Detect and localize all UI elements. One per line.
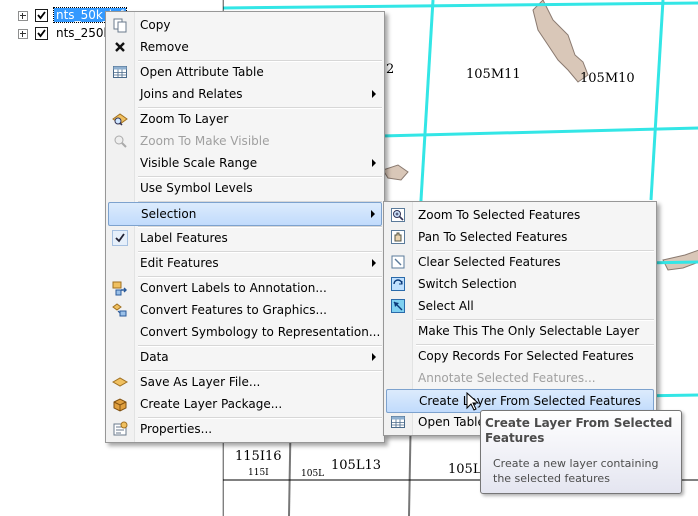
layer-visibility-checkbox[interactable] [35, 9, 48, 22]
switch-selection-icon [391, 277, 405, 291]
layer-package-icon [113, 398, 127, 412]
menu-item-save-as-layer-file[interactable]: Save As Layer File... [108, 371, 382, 393]
zoom-to-layer-icon [112, 113, 128, 126]
mouse-cursor-icon [466, 392, 480, 411]
menu-item-only-selectable-layer[interactable]: Make This The Only Selectable Layer [386, 320, 654, 342]
map-label: 105L [301, 469, 324, 479]
menu-item-properties[interactable]: Properties... [108, 418, 382, 440]
properties-icon [113, 421, 128, 436]
selection-submenu: Zoom To Selected Features Pan To Selecte… [383, 201, 657, 436]
menu-item-copy-records[interactable]: Copy Records For Selected Features [386, 345, 654, 367]
menu-item-open-attribute-table[interactable]: Open Attribute Table [108, 61, 382, 83]
terrain-shape [382, 164, 409, 181]
layer-context-menu: Copy Remove Open Attribute Table Joins a… [105, 11, 385, 443]
menu-item-zoom-to-make-visible[interactable]: Zoom To Make Visible [108, 130, 382, 152]
map-label: 105L [448, 462, 482, 477]
submenu-arrow-icon [371, 210, 375, 218]
map-label: 115I [248, 468, 269, 478]
menu-item-convert-features-graphics[interactable]: Convert Features to Graphics... [108, 299, 382, 321]
menu-item-clear-selected[interactable]: Clear Selected Features [386, 251, 654, 273]
select-all-icon [391, 299, 405, 313]
menu-item-joins-relates[interactable]: Joins and Relates [108, 83, 382, 105]
tooltip-title: Create Layer From Selected Features [485, 416, 673, 445]
table-icon [113, 66, 127, 78]
pan-selected-icon [391, 230, 405, 244]
convert-graphics-icon [112, 303, 127, 317]
convert-labels-icon [112, 281, 127, 296]
layer-file-icon [112, 377, 128, 387]
submenu-arrow-icon [372, 353, 376, 361]
menu-item-visible-scale-range[interactable]: Visible Scale Range [108, 152, 382, 174]
map-label: 105M11 [466, 67, 521, 82]
menu-item-pan-to-selected[interactable]: Pan To Selected Features [386, 226, 654, 248]
map-label: 105L13 [331, 458, 381, 473]
menu-item-zoom-to-layer[interactable]: Zoom To Layer [108, 108, 382, 130]
layer-visibility-checkbox[interactable] [35, 27, 48, 40]
menu-item-data[interactable]: Data [108, 346, 382, 368]
menu-item-copy[interactable]: Copy [108, 14, 382, 36]
submenu-arrow-icon [372, 90, 376, 98]
checkmark-icon [112, 230, 128, 246]
submenu-arrow-icon [372, 159, 376, 167]
expand-plus-icon[interactable] [18, 11, 28, 21]
expand-plus-icon[interactable] [18, 29, 28, 39]
map-label: 105M10 [580, 71, 635, 86]
map-label: 115I16 [235, 449, 282, 464]
menu-item-create-layer-package[interactable]: Create Layer Package... [108, 393, 382, 415]
menu-item-select-all[interactable]: Select All [386, 295, 654, 317]
table-icon [391, 416, 405, 428]
menu-item-convert-labels[interactable]: Convert Labels to Annotation... [108, 277, 382, 299]
zoom-selected-icon [391, 208, 405, 222]
map-label: 2 [386, 62, 394, 77]
terrain-shape [532, 0, 589, 83]
menu-item-label-features[interactable]: Label Features [108, 227, 382, 249]
menu-item-convert-symbology[interactable]: Convert Symbology to Representation... [108, 321, 382, 343]
menu-item-annotate-selected[interactable]: Annotate Selected Features... [386, 367, 654, 389]
checkmark-icon [37, 11, 46, 20]
submenu-arrow-icon [372, 259, 376, 267]
zoom-visible-icon [114, 135, 127, 148]
copy-icon [113, 18, 127, 33]
menu-item-switch-selection[interactable]: Switch Selection [386, 273, 654, 295]
menu-item-zoom-to-selected[interactable]: Zoom To Selected Features [386, 204, 654, 226]
tooltip: Create Layer From Selected Features Crea… [480, 410, 682, 494]
menu-item-use-symbol-levels[interactable]: Use Symbol Levels [108, 177, 382, 199]
terrain-shape [662, 249, 698, 271]
menu-item-selection[interactable]: Selection [108, 202, 382, 226]
tooltip-description: Create a new layer containing the select… [493, 457, 659, 485]
menu-item-remove[interactable]: Remove [108, 36, 382, 58]
clear-selection-icon [391, 255, 405, 269]
menu-item-edit-features[interactable]: Edit Features [108, 252, 382, 274]
remove-x-icon [115, 42, 125, 52]
checkmark-icon [37, 29, 46, 38]
